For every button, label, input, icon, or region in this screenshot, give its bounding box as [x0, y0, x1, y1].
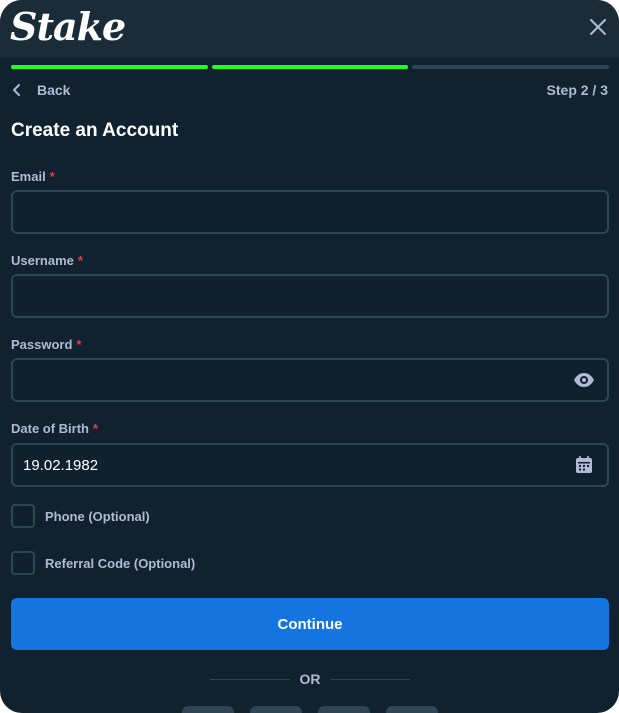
page-title: Create an Account [11, 120, 179, 141]
calendar-icon [576, 456, 592, 473]
social-login-button-2[interactable] [250, 706, 302, 713]
toggle-password-visibility-button[interactable] [573, 370, 595, 390]
modal-header: Stake [0, 0, 619, 58]
open-calendar-button[interactable] [573, 455, 595, 475]
phone-optional-label: Phone (Optional) [45, 508, 150, 524]
email-label-text: Email [11, 169, 46, 184]
required-mark: * [93, 421, 99, 436]
email-label: Email * [11, 169, 55, 184]
divider-line-right [330, 678, 410, 680]
dob-label: Date of Birth * [11, 421, 98, 436]
social-login-button-1[interactable] [182, 706, 234, 713]
continue-button[interactable]: Continue [11, 598, 609, 650]
password-label-text: Password [11, 337, 73, 352]
phone-optional-row: Phone (Optional) [11, 504, 150, 528]
required-mark: * [49, 169, 55, 184]
or-divider: OR [210, 670, 410, 688]
registration-modal: Stake Back Step 2 / 3 Create an Account … [0, 0, 619, 713]
social-login-button-3[interactable] [318, 706, 370, 713]
progress-segment-1 [11, 65, 208, 69]
password-field[interactable] [13, 360, 607, 400]
dob-label-text: Date of Birth [11, 421, 89, 436]
password-field-wrapper [11, 358, 609, 402]
progress-segment-3 [412, 65, 610, 69]
phone-optional-checkbox[interactable] [11, 504, 35, 528]
or-label: OR [299, 671, 321, 687]
referral-code-label: Referral Code (Optional) [45, 555, 196, 571]
username-field-wrapper [11, 274, 609, 318]
social-login-button-4[interactable] [386, 706, 438, 713]
dob-field-wrapper [11, 443, 609, 487]
back-button[interactable]: Back [11, 80, 70, 100]
referral-code-checkbox[interactable] [11, 551, 35, 575]
close-button[interactable] [587, 16, 609, 38]
username-label: Username * [11, 253, 83, 268]
referral-code-row: Referral Code (Optional) [11, 551, 195, 575]
email-field-wrapper [11, 190, 609, 234]
progress-segment-2 [211, 65, 409, 69]
email-field[interactable] [13, 192, 607, 232]
divider-line-left [210, 678, 290, 680]
step-progress-bar [11, 65, 610, 70]
stake-logo: Stake [10, 4, 126, 49]
required-mark: * [77, 253, 83, 268]
password-label: Password * [11, 337, 81, 352]
chevron-left-icon [13, 84, 20, 96]
username-label-text: Username [11, 253, 74, 268]
eye-icon [574, 373, 594, 387]
username-field[interactable] [13, 276, 607, 316]
step-indicator: Step 2 / 3 [546, 82, 608, 98]
close-icon [590, 19, 606, 35]
back-label: Back [37, 82, 71, 98]
required-mark: * [76, 337, 82, 352]
dob-field[interactable] [13, 445, 607, 485]
